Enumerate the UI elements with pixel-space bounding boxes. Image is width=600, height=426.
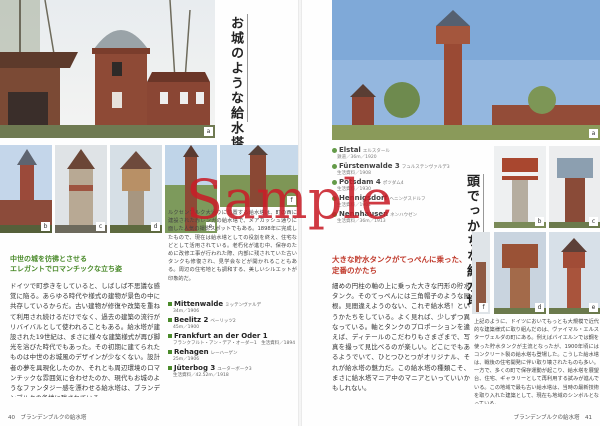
list-item: Hennigsdorf ヘニングスドルフ 生活資料／1901 <box>332 194 482 208</box>
list-item: Rehagen レーハーゲン 25m／1906 <box>168 348 296 362</box>
location-list: Elstal エルスタール 鉄道／36m／1920 Fürstenwalde 3フ… <box>332 146 482 226</box>
photo-tag: a <box>589 129 598 138</box>
location-list: Mittenwalde ミッテンヴァルデ 34m／1906 Beelitz 2 ベー… <box>168 300 296 380</box>
photo-d: d <box>110 145 162 233</box>
list-item: Beelitz 2 ベーリッツ2 45m／1900 <box>168 316 296 330</box>
right-page: a Elstal エルスタール 鉄道／36m／1920 Fürstenwalde … <box>302 0 600 426</box>
list-item: Nennhausen ネンハウゼン 生活資料／36m／1913 <box>332 210 482 224</box>
photo-tag: d <box>151 222 160 231</box>
page-footer: 40 ブランデンブルクの給水塔 <box>8 415 87 421</box>
photo-b: b <box>494 146 546 228</box>
list-item: Mittenwalde ミッテンヴァルデ 34m／1906 <box>168 300 296 314</box>
note-text: 上記のように、ドイツにおいてもっとも大規模で近代的な建築様式に取り組んだのは、ヴ… <box>474 319 599 404</box>
photo-tag: f <box>479 303 488 312</box>
body-text: ドイツで町歩きをしていると、しばしば不思議な感覚に陥る。あらゆる時代や様式の建物… <box>10 282 160 397</box>
section-heading: 中世の城を彷彿とさせる エレガントでロマンチックな立ち姿 <box>10 255 122 273</box>
photo-d: d <box>494 232 546 314</box>
body-text: 細めの円柱の軸の上に乗った大きな円形の貯水タンク。そのてっぺんには三角帽子のよう… <box>332 282 470 393</box>
list-item: Elstal エルスタール 鉄道／36m／1920 <box>332 146 482 160</box>
photo-tag: c <box>96 222 105 231</box>
photo-f: f <box>220 145 298 207</box>
left-page: a お城のような給水塔 b c d e f ルクセンブルク大通りに位置する給水塔… <box>0 0 298 426</box>
photo-tag: b <box>41 222 50 231</box>
photo-castle-tower: a <box>0 0 215 138</box>
photo-tall-tower: a <box>332 0 600 140</box>
photo-tag: e <box>589 303 598 312</box>
page-footer: ブランデンブルクの給水塔 41 <box>513 415 592 421</box>
photo-c: c <box>55 145 107 233</box>
page-title: お城のような給水塔 <box>228 16 243 151</box>
photo-tag: c <box>589 217 598 226</box>
photo-tag: b <box>535 217 544 226</box>
photo-e: e <box>549 232 600 314</box>
book-spread: a お城のような給水塔 b c d e f ルクセンブルク大通りに位置する給水塔… <box>0 0 600 426</box>
photo-b: b <box>0 145 52 233</box>
list-item: Jüterbog 3 ユーターボーク3 生活資料／42.52m／1918 <box>168 364 296 378</box>
section-heading: 大きな貯水タンクがてっぺんに乗った、 定番のかたち <box>332 255 467 275</box>
list-item: Frankfurt an der Oder 1 フランクフルト・アン・デア・オー… <box>168 332 296 346</box>
title-rule <box>247 14 248 122</box>
caption-text: ルクセンブルク大通りに位置する給水塔は、町の西に建設された赤レンガの給水塔で、メ… <box>168 210 297 282</box>
list-item: Potsdam 4 ポツダム4 生活資料／1930 <box>332 178 482 192</box>
photo-tag: d <box>535 303 544 312</box>
list-item: Fürstenwalde 3 フュルステンヴァルデ3 生活資料／1908 <box>332 162 482 176</box>
photo-tag: f <box>287 196 296 205</box>
photo-c: c <box>549 146 600 228</box>
photo-tag: a <box>204 127 213 136</box>
